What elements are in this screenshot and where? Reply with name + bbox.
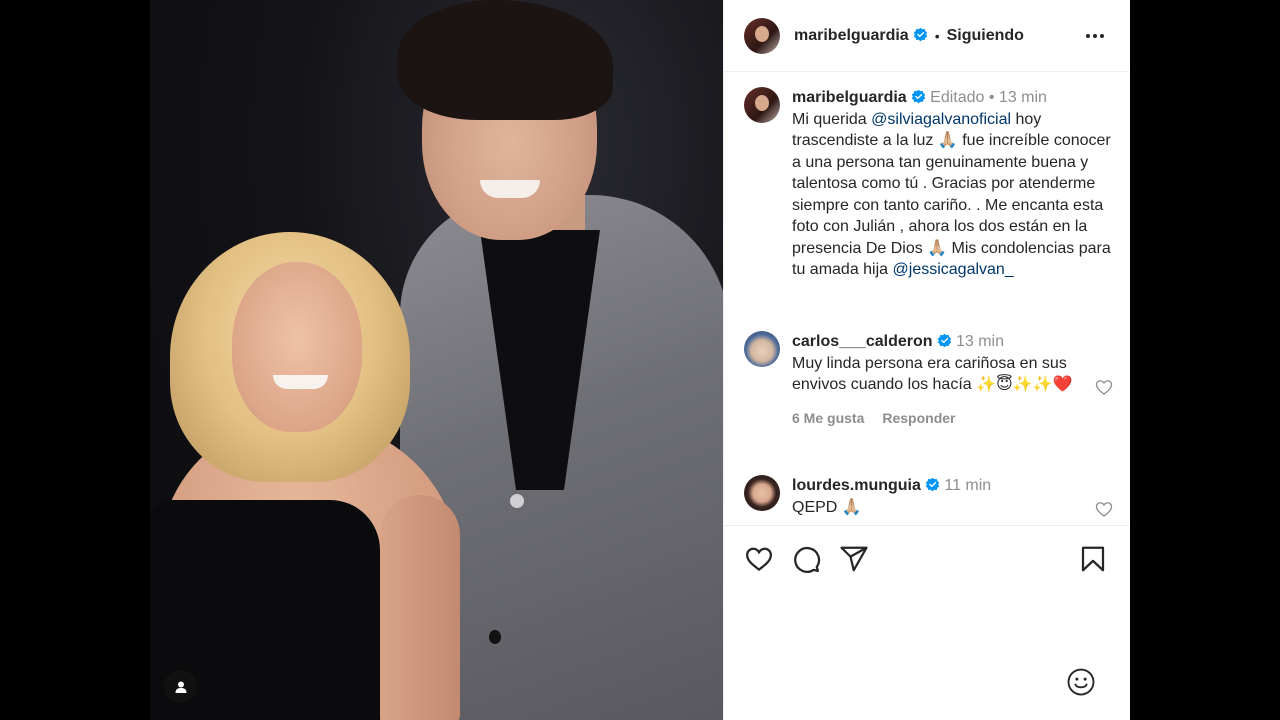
comment-time[interactable]: 13 min xyxy=(956,333,1004,350)
verified-badge-icon xyxy=(937,333,952,348)
commenter-username[interactable]: lourdes.munguia xyxy=(792,477,921,494)
woman-smile xyxy=(273,375,328,389)
mention-link[interactable]: @jessicagalvan_ xyxy=(893,261,1014,278)
more-options-icon xyxy=(1086,34,1104,38)
verified-badge-icon xyxy=(913,27,928,42)
commenter-avatar[interactable] xyxy=(744,331,780,367)
emoji-icon[interactable] xyxy=(1066,667,1096,697)
mention-link[interactable]: @silviagalvanoficial xyxy=(871,111,1011,128)
woman-face xyxy=(232,262,362,432)
author-avatar[interactable] xyxy=(744,17,780,54)
edited-label: Editado xyxy=(930,89,985,106)
comment-actions: 6 Me gusta Responder xyxy=(792,408,1112,430)
commenter-avatar[interactable] xyxy=(744,475,780,511)
separator-dot: • xyxy=(934,27,940,44)
bookmark-icon[interactable] xyxy=(1078,544,1108,574)
man-hair xyxy=(398,0,613,120)
woman-arm xyxy=(380,495,460,720)
reply-button[interactable]: Responder xyxy=(882,410,955,426)
caption-body: maribelguardia Editado • 13 min Mi queri… xyxy=(792,87,1112,281)
post-actions-bar xyxy=(724,525,1129,591)
comment-body: carlos___calderon 13 min Muy linda perso… xyxy=(792,331,1112,429)
comment-body: lourdes.munguia 11 min QEPD 🙏🏼 xyxy=(792,475,1112,518)
comment-text: QEPD 🙏🏼 xyxy=(792,498,862,516)
comment-time[interactable]: 11 min xyxy=(944,477,991,494)
user-tag-icon xyxy=(175,681,186,693)
author-username-text[interactable]: maribelguardia xyxy=(794,27,909,44)
caption-text-middle: hoy trascendiste a la luz 🙏🏼 fue increíb… xyxy=(792,110,1111,279)
post-modal: maribelguardia • Siguiendo maribelguardi… xyxy=(150,0,1130,720)
caption-avatar[interactable] xyxy=(744,87,780,123)
comment-item: lourdes.munguia 11 min QEPD 🙏🏼 xyxy=(744,475,1114,518)
separator-dot: • xyxy=(984,89,999,106)
following-button[interactable]: Siguiendo xyxy=(947,27,1024,45)
commenter-username[interactable]: carlos___calderon xyxy=(792,333,933,350)
heart-icon[interactable] xyxy=(1094,499,1114,519)
caption-username[interactable]: maribelguardia xyxy=(792,89,907,106)
paper-plane-icon[interactable] xyxy=(839,544,869,574)
heart-icon[interactable] xyxy=(744,544,774,574)
post-photo[interactable] xyxy=(150,0,723,720)
jacket-button-lower xyxy=(489,630,501,644)
caption-time[interactable]: 13 min xyxy=(999,89,1047,106)
author-username[interactable]: maribelguardia xyxy=(794,27,928,45)
heart-icon[interactable] xyxy=(1094,377,1114,397)
comment-text: Muy linda persona era cariñosa en sus en… xyxy=(792,354,1073,394)
comment-likes-count[interactable]: 6 Me gusta xyxy=(792,410,864,426)
comment-icon[interactable] xyxy=(791,544,821,574)
comment-item: carlos___calderon 13 min Muy linda perso… xyxy=(744,331,1114,429)
post-header: maribelguardia • Siguiendo xyxy=(724,0,1129,72)
caption: maribelguardia Editado • 13 min Mi queri… xyxy=(744,87,1114,281)
user-tag-button[interactable] xyxy=(164,670,197,703)
caption-text-start: Mi querida xyxy=(792,110,872,128)
jacket-button xyxy=(510,494,524,508)
post-side-panel: maribelguardia • Siguiendo maribelguardi… xyxy=(723,0,1130,720)
verified-badge-icon xyxy=(925,477,940,492)
more-options-button[interactable] xyxy=(1083,24,1107,48)
comments-section[interactable]: maribelguardia Editado • 13 min Mi queri… xyxy=(724,73,1129,525)
verified-badge-icon xyxy=(911,89,926,104)
man-smile xyxy=(480,180,540,198)
